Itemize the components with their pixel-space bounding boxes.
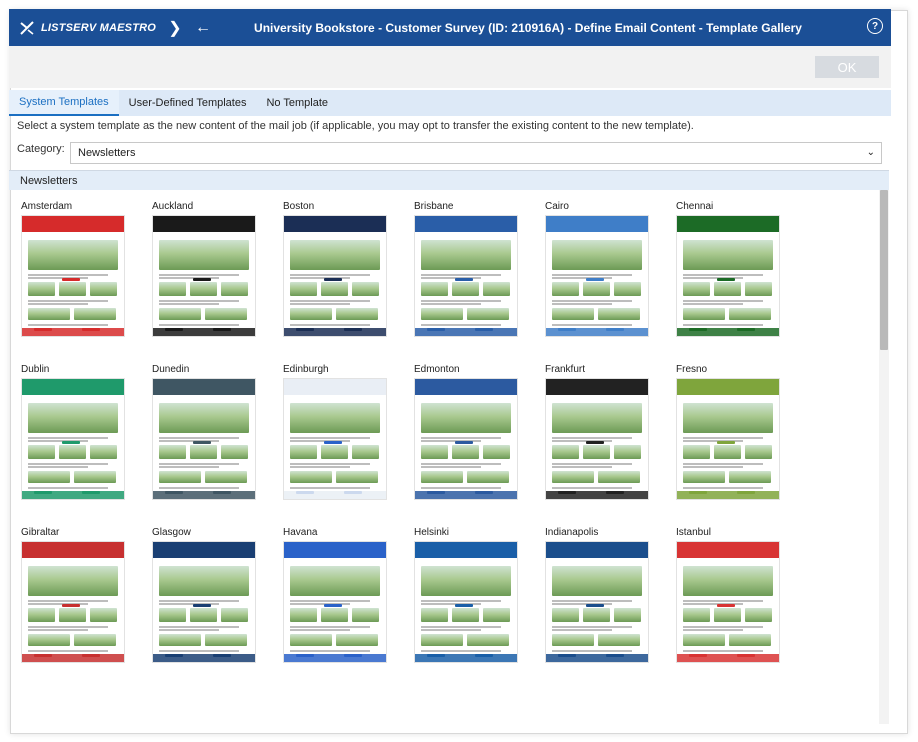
template-preview-image [545, 215, 649, 337]
scrollbar-thumb[interactable] [880, 190, 888, 350]
category-label: Category: [17, 143, 65, 155]
template-card-boston[interactable]: Boston [283, 201, 403, 351]
template-card-dunedin[interactable]: Dunedin [152, 364, 272, 514]
chevron-down-icon: ⌄ [866, 147, 875, 158]
template-name: Glasgow [152, 527, 191, 538]
template-name: Dublin [21, 364, 50, 375]
listserv-maestro-logo[interactable]: LISTSERV MAESTRO [19, 20, 159, 36]
action-bar: OK [9, 46, 891, 88]
template-name: Edmonton [414, 364, 460, 375]
template-card-auckland[interactable]: Auckland [152, 201, 272, 351]
template-preview-image [283, 215, 387, 337]
template-card-amsterdam[interactable]: Amsterdam [21, 201, 141, 351]
template-preview-image [152, 215, 256, 337]
template-preview-image [152, 378, 256, 500]
template-gallery: Newsletters Amsterdam Auckland Boston Brisb… [9, 170, 889, 724]
help-icon[interactable]: ? [867, 18, 883, 34]
template-preview-image [676, 378, 780, 500]
template-card-cairo[interactable]: Cairo [545, 201, 665, 351]
template-preview-image [414, 215, 518, 337]
tab-user-defined-templates[interactable]: User-Defined Templates [119, 90, 257, 116]
template-name: Havana [283, 527, 318, 538]
template-card-fresno[interactable]: Fresno [676, 364, 796, 514]
template-card-dublin[interactable]: Dublin [21, 364, 141, 514]
template-preview-image [152, 541, 256, 663]
template-card-glasgow[interactable]: Glasgow [152, 527, 272, 677]
template-preview-image [545, 541, 649, 663]
ok-button[interactable]: OK [815, 56, 879, 78]
template-name: Chennai [676, 201, 714, 212]
template-card-frankfurt[interactable]: Frankfurt [545, 364, 665, 514]
template-card-gibraltar[interactable]: Gibraltar [21, 527, 141, 677]
page-title: University Bookstore - Customer Survey (… [254, 20, 802, 35]
template-preview-image [414, 541, 518, 663]
template-name: Istanbul [676, 527, 712, 538]
template-name: Auckland [152, 201, 194, 212]
gallery-heading: Newsletters [9, 171, 889, 190]
template-card-helsinki[interactable]: Helsinki [414, 527, 534, 677]
template-card-chennai[interactable]: Chennai [676, 201, 796, 351]
template-name: Gibraltar [21, 527, 60, 538]
logo-text: LISTSERV MAESTRO [41, 21, 157, 34]
template-preview-image [676, 541, 780, 663]
template-preview-image [21, 378, 125, 500]
logo-icon [20, 20, 34, 35]
template-card-havana[interactable]: Havana [283, 527, 403, 677]
template-card-brisbane[interactable]: Brisbane [414, 201, 534, 351]
template-name: Cairo [545, 201, 569, 212]
template-name: Boston [283, 201, 315, 212]
template-preview-image [21, 215, 125, 337]
top-navigation-bar: LISTSERV MAESTRO ❯ ← University Bookstor… [9, 9, 891, 46]
template-card-istanbul[interactable]: Istanbul [676, 527, 796, 677]
template-name: Brisbane [414, 201, 454, 212]
template-card-indianapolis[interactable]: Indianapolis [545, 527, 665, 677]
instructions-text: Select a system template as the new cont… [17, 120, 694, 132]
template-name: Frankfurt [545, 364, 586, 375]
template-preview-image [545, 378, 649, 500]
template-source-tabs: System Templates User-Defined Templates … [9, 90, 891, 116]
template-name: Helsinki [414, 527, 450, 538]
template-name: Dunedin [152, 364, 190, 375]
forward-arrow-icon[interactable]: ❯ [163, 16, 187, 40]
template-preview-image [676, 215, 780, 337]
template-preview-image [21, 541, 125, 663]
gallery-scrollbar[interactable] [879, 190, 889, 724]
back-arrow-icon[interactable]: ← [191, 16, 215, 40]
template-preview-image [283, 541, 387, 663]
category-select[interactable]: Newsletters ⌄ [70, 142, 882, 164]
template-card-edmonton[interactable]: Edmonton [414, 364, 534, 514]
category-selected-value: Newsletters [78, 147, 136, 159]
template-name: Edinburgh [283, 364, 329, 375]
template-name: Amsterdam [21, 201, 73, 212]
template-card-edinburgh[interactable]: Edinburgh [283, 364, 403, 514]
tab-no-template[interactable]: No Template [256, 90, 338, 116]
template-name: Indianapolis [545, 527, 599, 538]
tab-system-templates[interactable]: System Templates [9, 90, 119, 116]
template-preview-image [283, 378, 387, 500]
template-name: Fresno [676, 364, 708, 375]
template-preview-image [414, 378, 518, 500]
